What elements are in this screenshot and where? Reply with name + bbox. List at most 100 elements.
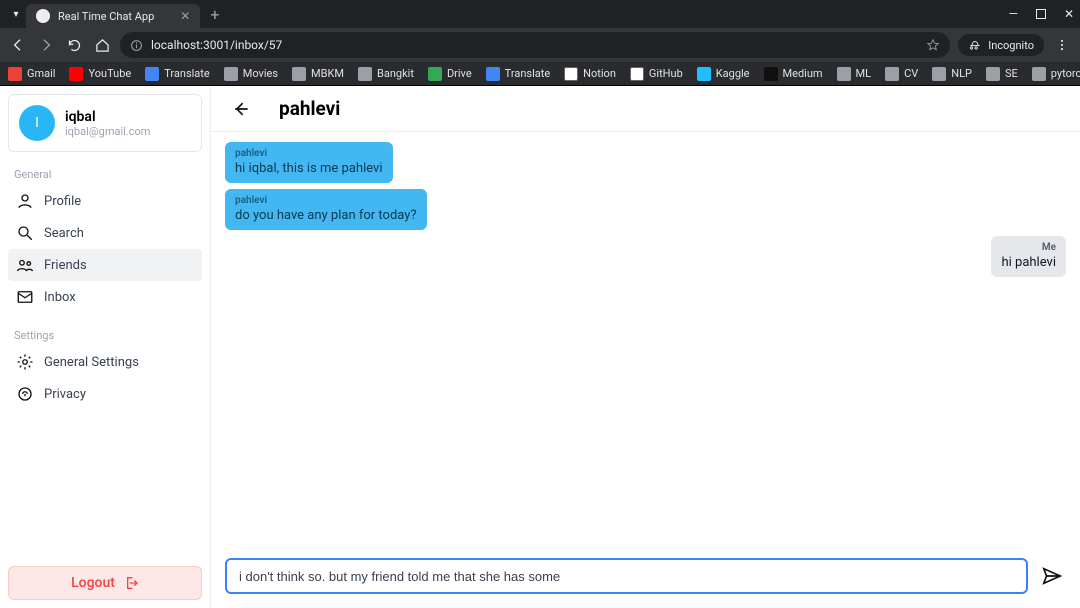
- bookmark-favicon-icon: [986, 67, 1000, 81]
- message-text: hi pahlevi: [1001, 255, 1056, 270]
- sidebar-item-label: Privacy: [44, 387, 86, 402]
- bookmark-favicon-icon: [486, 67, 500, 81]
- chat-header: pahlevi: [211, 86, 1080, 132]
- app-root: I iqbal iqbal@gmail.com General Profile: [0, 86, 1080, 608]
- avatar: I: [19, 105, 55, 141]
- url-text: localhost:3001/inbox/57: [151, 38, 282, 52]
- nav-forward-icon: [36, 35, 56, 55]
- sidebar-item-label: Profile: [44, 194, 81, 209]
- sidebar: I iqbal iqbal@gmail.com General Profile: [0, 86, 210, 608]
- bookmark-favicon-icon: [1032, 67, 1046, 81]
- inbox-icon: [16, 288, 34, 306]
- bookmark-favicon-icon: [8, 67, 22, 81]
- tab-title: Real Time Chat App: [58, 10, 154, 23]
- bookmark-label: Translate: [164, 67, 210, 80]
- sidebar-item-general-settings[interactable]: General Settings: [8, 346, 202, 378]
- message-bubble-out: Me hi pahlevi: [991, 236, 1066, 277]
- bookmark-item[interactable]: SE: [986, 67, 1018, 81]
- nav-home-icon[interactable]: [92, 35, 112, 55]
- sidebar-item-privacy[interactable]: Privacy: [8, 378, 202, 410]
- sidebar-item-label: General Settings: [44, 355, 139, 370]
- bookmark-item[interactable]: MBKM: [292, 67, 344, 81]
- user-card[interactable]: I iqbal iqbal@gmail.com: [8, 94, 202, 152]
- sidebar-item-label: Friends: [44, 258, 87, 273]
- bookmark-label: Drive: [447, 67, 472, 80]
- bookmark-item[interactable]: Kaggle: [697, 67, 750, 81]
- browser-tab[interactable]: Real Time Chat App ✕: [26, 4, 200, 28]
- bookmark-label: CV: [904, 67, 918, 80]
- bookmark-star-icon[interactable]: [926, 38, 940, 52]
- window-close-icon[interactable]: ✕: [1064, 7, 1074, 21]
- bookmark-item[interactable]: Medium: [764, 67, 823, 81]
- site-info-icon[interactable]: [130, 39, 143, 52]
- profile-icon: [16, 192, 34, 210]
- incognito-icon: [968, 38, 982, 52]
- incognito-badge[interactable]: Incognito: [958, 34, 1044, 56]
- message-row: Me hi pahlevi: [225, 236, 1066, 277]
- bookmark-item[interactable]: Translate: [486, 67, 551, 81]
- section-settings-label: Settings: [14, 329, 202, 342]
- window-maximize-icon[interactable]: [1036, 9, 1046, 19]
- messages-area: pahlevihi iqbal, this is me pahlevipahle…: [211, 132, 1080, 548]
- bookmark-label: Notion: [583, 67, 616, 80]
- bookmark-favicon-icon: [69, 67, 83, 81]
- bookmark-item[interactable]: NLP: [932, 67, 972, 81]
- bookmark-label: Kaggle: [716, 67, 750, 80]
- sidebar-item-friends[interactable]: Friends: [8, 249, 202, 281]
- browser-menu-icon[interactable]: [1052, 35, 1072, 55]
- bookmark-item[interactable]: Bangkit: [358, 67, 414, 81]
- message-bubble-in: pahlevido you have any plan for today?: [225, 189, 427, 230]
- sidebar-item-label: Search: [44, 226, 84, 241]
- bookmark-label: GitHub: [649, 67, 683, 80]
- nav-back-icon[interactable]: [8, 35, 28, 55]
- sidebar-item-search[interactable]: Search: [8, 217, 202, 249]
- bookmark-favicon-icon: [292, 67, 306, 81]
- bookmark-label: Gmail: [27, 67, 55, 80]
- back-button[interactable]: [229, 97, 253, 121]
- message-text: do you have any plan for today?: [235, 208, 417, 223]
- bookmark-item[interactable]: GitHub: [630, 67, 683, 81]
- bookmark-item[interactable]: pytorch: [1032, 67, 1080, 81]
- bookmark-item[interactable]: CV: [885, 67, 918, 81]
- message-row: pahlevihi iqbal, this is me pahlevi: [225, 142, 1066, 183]
- bookmark-item[interactable]: Drive: [428, 67, 472, 81]
- bookmark-favicon-icon: [837, 67, 851, 81]
- chat-panel: pahlevi pahlevihi iqbal, this is me pahl…: [210, 86, 1080, 608]
- bookmark-favicon-icon: [697, 67, 711, 81]
- gear-icon: [16, 353, 34, 371]
- bookmark-item[interactable]: Movies: [224, 67, 278, 81]
- search-icon: [16, 224, 34, 242]
- bookmark-item[interactable]: Gmail: [8, 67, 55, 81]
- bookmark-favicon-icon: [630, 67, 644, 81]
- bookmark-favicon-icon: [564, 67, 578, 81]
- bookmark-label: pytorch: [1051, 67, 1080, 80]
- message-sender: Me: [1001, 242, 1056, 253]
- window-minimize-icon[interactable]: —: [1009, 7, 1018, 21]
- tab-close-icon[interactable]: ✕: [180, 9, 190, 23]
- bookmark-label: NLP: [951, 67, 972, 80]
- sidebar-item-inbox[interactable]: Inbox: [8, 281, 202, 313]
- bookmark-favicon-icon: [885, 67, 899, 81]
- bookmarks-bar: Gmail YouTube Translate Movies MBKM Bangkit Dr…: [0, 62, 1080, 86]
- nav-reload-icon[interactable]: [64, 35, 84, 55]
- bookmark-item[interactable]: ML: [837, 67, 872, 81]
- bookmark-item[interactable]: Translate: [145, 67, 210, 81]
- message-input[interactable]: [225, 558, 1028, 594]
- sidebar-item-profile[interactable]: Profile: [8, 185, 202, 217]
- bookmark-favicon-icon: [428, 67, 442, 81]
- message-sender: pahlevi: [235, 148, 383, 159]
- tab-search-icon[interactable]: ▾: [8, 6, 24, 22]
- bookmark-label: MBKM: [311, 67, 344, 80]
- bookmark-item[interactable]: YouTube: [69, 67, 131, 81]
- bookmark-label: Movies: [243, 67, 278, 80]
- address-bar[interactable]: localhost:3001/inbox/57: [120, 32, 950, 58]
- bookmark-favicon-icon: [145, 67, 159, 81]
- tab-favicon-icon: [36, 9, 50, 23]
- logout-button[interactable]: Logout: [8, 566, 202, 600]
- new-tab-button[interactable]: +: [210, 5, 219, 24]
- send-button[interactable]: [1038, 562, 1066, 590]
- bookmark-favicon-icon: [764, 67, 778, 81]
- bookmark-item[interactable]: Notion: [564, 67, 616, 81]
- message-bubble-in: pahlevihi iqbal, this is me pahlevi: [225, 142, 393, 183]
- sidebar-item-label: Inbox: [44, 290, 76, 305]
